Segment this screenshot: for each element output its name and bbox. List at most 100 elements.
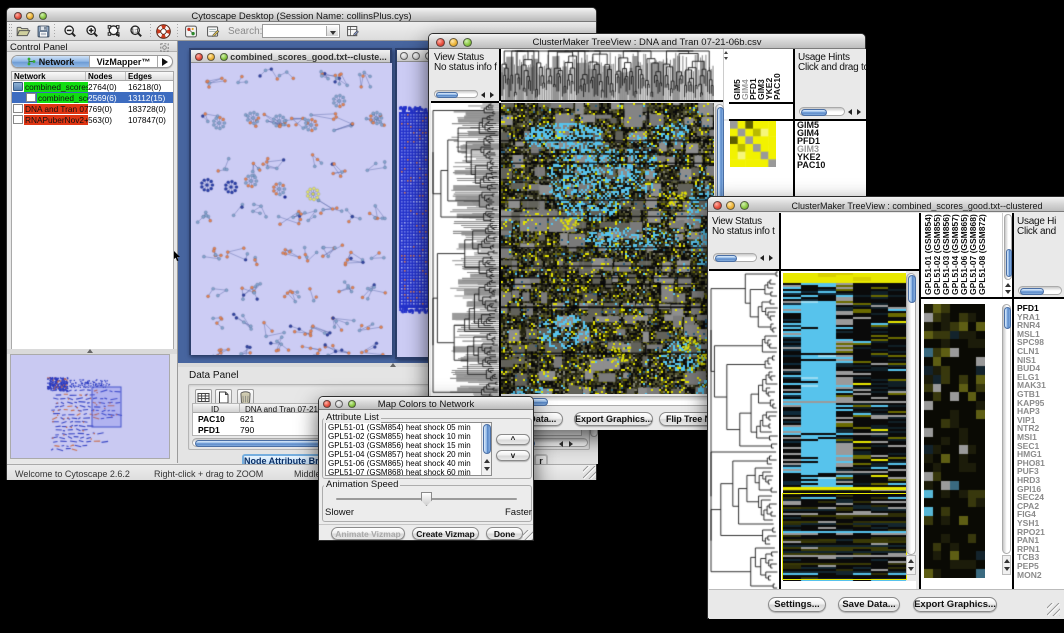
tv2-hints-scrollbar[interactable] [1018,286,1062,295]
tv1-export-graphics-button[interactable]: Export Graphics... [574,412,653,426]
tv2-gene-name[interactable]: SPC98 [1017,338,1044,347]
network-table-row[interactable]: DNA and Tran 07769(0)183728(0) [12,103,173,114]
tv2-gene-name[interactable]: HMG1 [1017,450,1042,459]
tv2-gene-name[interactable]: SEC24 [1017,493,1044,502]
tv2-status-right-arrow[interactable] [769,255,773,261]
tv2-gene-name[interactable]: YSH1 [1017,519,1039,528]
tv2-gene-name[interactable]: CLN1 [1017,347,1039,356]
dialog-resize-grip[interactable] [523,530,533,540]
tv1-hints-scrollbar[interactable] [799,107,845,116]
attribute-list-down-arrow[interactable] [484,467,490,471]
search-input[interactable] [262,24,340,38]
move-up-button[interactable]: ^ [496,434,530,445]
frame1-minimize-button[interactable] [207,53,215,61]
tv2-gene-name[interactable]: SEC1 [1017,442,1039,451]
tv2-gene-name[interactable]: HAP3 [1017,407,1040,416]
tv1-column-labels[interactable]: GIM5GIM4PFD1GIM3YKE2PAC10 [729,49,793,102]
tv2-gene-name[interactable]: PAN1 [1017,536,1039,545]
zoom-fit-icon[interactable] [106,24,122,39]
tv2-gene-name[interactable]: MSI1 [1017,433,1037,442]
tv2-titlebar[interactable]: ClusterMaker TreeView : combined_scores_… [708,197,1064,212]
attribute-list-item[interactable]: GPL51-02 (GSM855) heat shock 10 min [326,432,491,441]
tab-vizmapper[interactable]: VizMapper™ [90,56,158,67]
save-session-button[interactable] [36,24,51,39]
tv2-heatmap-scroll-arrows[interactable] [906,555,916,575]
tv2-close-button[interactable] [713,201,722,210]
tv2-genes-vscroll-thumb[interactable] [1004,307,1011,329]
tv2-genes-vscrollbar[interactable] [1002,304,1011,554]
network-table-row[interactable]: combined_sco2569(6)13112(15) [12,92,173,103]
attribute-list-item[interactable]: GPL51-03 (GSM856) heat shock 15 min [326,441,491,450]
attribute-list-scroll-thumb[interactable] [483,424,491,454]
tv2-gene-name[interactable]: GTB1 [1017,390,1040,399]
attribute-list-item[interactable]: GPL51-04 (GSM857) heat shock 20 min [326,450,491,459]
tv2-gene-name[interactable]: RPO21 [1017,528,1045,537]
tv2-save-data-button[interactable]: Save Data... [838,597,900,612]
search-dropdown-arrow[interactable] [326,26,338,36]
tv2-gene-name[interactable]: VIP1 [1017,416,1035,425]
tv1-heatmap[interactable] [501,103,714,394]
tv2-gene-name[interactable]: NIS1 [1017,356,1036,365]
tv2-gene-name[interactable]: RPN1 [1017,545,1040,554]
tv1-hints-left-arrow[interactable] [848,109,852,115]
tv1-array-dendrogram[interactable] [501,49,714,100]
done-button[interactable]: Done [486,527,523,540]
attribute-list-up-arrow[interactable] [484,459,490,463]
tv2-gene-name[interactable]: MSL1 [1017,330,1040,339]
move-down-button[interactable]: v [496,450,530,461]
tv2-gene-name[interactable]: MON2 [1017,571,1042,580]
tv1-status-scrollbar[interactable] [434,90,478,98]
network-table-row[interactable]: combined_scores_2764(0)16218(0) [12,81,173,92]
tab-network[interactable]: Network [12,56,90,67]
tv2-gene-name[interactable]: TCB3 [1017,553,1039,562]
attribute-list-item[interactable]: GPL51-07 (GSM868) heat shock 60 min [326,468,491,476]
open-session-button[interactable] [15,24,31,39]
tv2-gene-heatmap[interactable] [924,304,985,578]
tv2-minimize-button[interactable] [726,201,735,210]
annotation-icon[interactable] [205,24,221,39]
frame2-close-button[interactable] [400,52,408,60]
float-panel-icon[interactable] [160,43,169,52]
tv2-gene-name[interactable]: FIG4 [1017,510,1036,519]
main-resize-grip[interactable] [583,466,596,479]
zoom-selected-icon[interactable]: 1:1 [128,24,144,39]
tv2-heatmap-vscrollbar[interactable] [906,273,916,555]
tv1-status-scroll-thumb[interactable] [436,92,458,98]
hscroll-right-arrow[interactable] [569,441,573,447]
network-frame-1[interactable]: combined_scores_good.txt--cluste... [189,48,392,355]
tabs-overflow-button[interactable] [158,56,172,67]
network-overview-panel[interactable] [10,354,170,459]
tv2-gene-name[interactable]: HRD3 [1017,476,1040,485]
main-titlebar[interactable]: Cytoscape Desktop (Session Name: collins… [7,8,596,22]
tv2-gene-list[interactable]: PFD1YRA1RNR4MSL1SPC98CLN1NIS1BUD4ELG1MAK… [1014,299,1064,589]
node-palette-icon[interactable] [183,24,199,39]
tv2-selection-box[interactable] [782,493,907,580]
frame2-minimize-button[interactable] [412,52,420,60]
network-table-row[interactable]: RNAPuberNov2+!563(0)107847(0) [12,114,173,125]
tv2-gene-name[interactable]: PEP5 [1017,562,1039,571]
id-column-header[interactable]: ID [211,405,219,414]
col-nodes[interactable]: Nodes [86,72,126,80]
tv2-gene-name[interactable]: PFD1 [1017,304,1039,313]
attribute-list-item[interactable]: GPL51-06 (GSM865) heat shock 40 min [326,459,491,468]
tv2-gene-name[interactable]: PHO81 [1017,459,1045,468]
tv2-gene-dendrogram[interactable] [709,271,779,589]
tv2-gene-name[interactable]: YRA1 [1017,313,1040,322]
tv1-status-right-arrow[interactable] [490,92,494,98]
tv2-status-left-arrow[interactable] [760,255,764,261]
tv2-gene-name[interactable]: CPA2 [1017,502,1039,511]
tv1-hints-right-arrow[interactable] [857,109,861,115]
lifesaver-icon[interactable] [155,23,172,40]
tv2-gene-name[interactable]: BUD4 [1017,364,1040,373]
tv2-gene-name[interactable]: MAK31 [1017,381,1046,390]
tv2-heatmap-vscroll-thumb[interactable] [908,275,916,303]
tv1-titlebar[interactable]: ClusterMaker TreeView : DNA and Tran 07-… [429,34,865,49]
tv2-status-scrollbar[interactable] [713,253,757,262]
tv2-genes-scroll-arrows[interactable] [1002,555,1011,575]
tv2-column-labels[interactable]: GPL51-01 (GSM854)GPL51-02 (GSM855)GPL51-… [921,213,1002,297]
tv2-export-graphics-button[interactable]: Export Graphics... [913,597,997,612]
dialog-titlebar[interactable]: Map Colors to Network [319,397,533,410]
zoom-out-icon[interactable] [62,24,78,39]
tv2-gene-name[interactable]: GPI16 [1017,485,1041,494]
tv2-gene-name[interactable]: NTR2 [1017,424,1039,433]
